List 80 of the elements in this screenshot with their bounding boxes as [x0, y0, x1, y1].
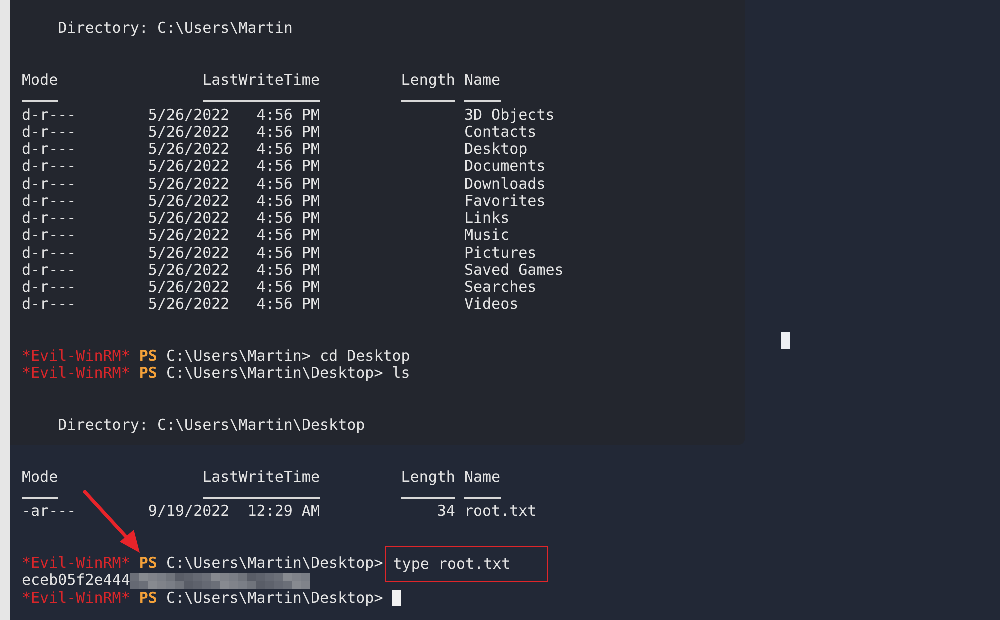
- column-header: LastWriteTime: [202, 71, 320, 89]
- prompt-path: C:\Users\Martin\Desktop>: [166, 590, 384, 607]
- file-mode: d-r---: [22, 140, 76, 158]
- file-date: 9/19/2022: [148, 503, 230, 520]
- file-mode: -ar---: [22, 502, 76, 520]
- file-time: 12:29 AM: [248, 503, 320, 520]
- file-mode: d-r---: [22, 157, 76, 176]
- column-header: Mode: [22, 468, 58, 486]
- file-name: Music: [464, 227, 510, 244]
- file-date: 5/26/2022: [148, 262, 230, 279]
- file-date: 5/26/2022: [148, 158, 230, 176]
- file-name: Desktop: [464, 141, 528, 158]
- file-date: 5/26/2022: [148, 296, 230, 314]
- file-name: Documents: [464, 158, 546, 176]
- prompt-prefix: *Evil-WinRM*: [22, 348, 130, 366]
- file-time: 4:56 PM: [256, 227, 320, 244]
- cursor-block: [781, 332, 790, 349]
- shell-label: PS: [139, 348, 158, 366]
- shell-label: PS: [139, 590, 158, 607]
- file-mode: d-r---: [22, 122, 76, 141]
- file-mode: d-r---: [22, 278, 76, 296]
- file-date: 5/26/2022: [148, 176, 230, 193]
- file-time: 4:56 PM: [256, 176, 320, 193]
- column-header: Name: [464, 71, 501, 89]
- prompt-path: C:\Users\Martin\Desktop>: [166, 555, 384, 572]
- command-text: ls: [392, 365, 410, 382]
- file-time: 4:56 PM: [256, 210, 320, 228]
- file-time: 4:56 PM: [256, 244, 320, 262]
- prompt-prefix: *Evil-WinRM*: [22, 365, 130, 382]
- file-name: Saved Games: [464, 262, 564, 279]
- file-mode: d-r---: [22, 226, 76, 244]
- highlighted-command: type root.txt: [385, 546, 548, 582]
- prompt-path: C:\Users\Martin\Desktop>: [166, 365, 384, 382]
- file-name: Videos: [464, 296, 519, 314]
- prompt-path: C:\Users\Martin>: [166, 348, 311, 366]
- file-name: Searches: [464, 279, 537, 296]
- file-name: 3D Objects: [464, 106, 555, 124]
- file-date: 5/26/2022: [148, 192, 230, 210]
- file-time: 4:56 PM: [256, 192, 320, 210]
- file-mode: d-r---: [22, 192, 76, 210]
- file-date: 5/26/2022: [148, 124, 230, 141]
- file-mode: d-r---: [22, 295, 76, 314]
- file-date: 5/26/2022: [148, 244, 230, 262]
- file-name: Links: [464, 210, 510, 228]
- file-name: root.txt: [464, 503, 537, 520]
- file-name: Favorites: [464, 192, 546, 210]
- column-header: LastWriteTime: [202, 468, 320, 486]
- file-mode: d-r---: [22, 174, 76, 192]
- file-mode: d-r---: [22, 244, 76, 262]
- command-output: eceb05f2e444: [22, 572, 130, 590]
- prompt-prefix: *Evil-WinRM*: [22, 555, 130, 572]
- column-header: Name: [464, 468, 501, 486]
- shell-label: PS: [139, 555, 158, 572]
- file-time: 4:56 PM: [256, 106, 320, 124]
- file-time: 4:56 PM: [256, 141, 320, 158]
- file-date: 5/26/2022: [148, 141, 230, 158]
- column-header: Length: [401, 468, 456, 486]
- file-name: Pictures: [464, 244, 537, 262]
- directory-heading: Directory: C:\Users\Martin\Desktop: [58, 417, 366, 434]
- column-header: Length: [401, 71, 456, 89]
- file-date: 5/26/2022: [148, 106, 230, 124]
- file-mode: d-r---: [22, 209, 76, 227]
- file-mode: d-r---: [22, 106, 76, 124]
- command-text: cd Desktop: [320, 348, 410, 366]
- file-time: 4:56 PM: [256, 262, 320, 279]
- prompt-prefix: *Evil-WinRM*: [22, 590, 130, 607]
- file-date: 5/26/2022: [148, 279, 230, 296]
- file-length: 34: [437, 502, 456, 520]
- file-time: 4:56 PM: [256, 296, 320, 314]
- file-name: Downloads: [464, 176, 546, 193]
- file-mode: d-r---: [22, 260, 76, 279]
- file-time: 4:56 PM: [256, 124, 320, 141]
- directory-heading: Directory: C:\Users\Martin: [58, 20, 293, 38]
- shell-label: PS: [139, 365, 158, 382]
- column-header: Mode: [22, 71, 58, 89]
- file-time: 4:56 PM: [256, 158, 320, 176]
- file-date: 5/26/2022: [148, 210, 230, 228]
- file-name: Contacts: [464, 124, 537, 141]
- file-date: 5/26/2022: [148, 227, 230, 244]
- file-time: 4:56 PM: [256, 279, 320, 296]
